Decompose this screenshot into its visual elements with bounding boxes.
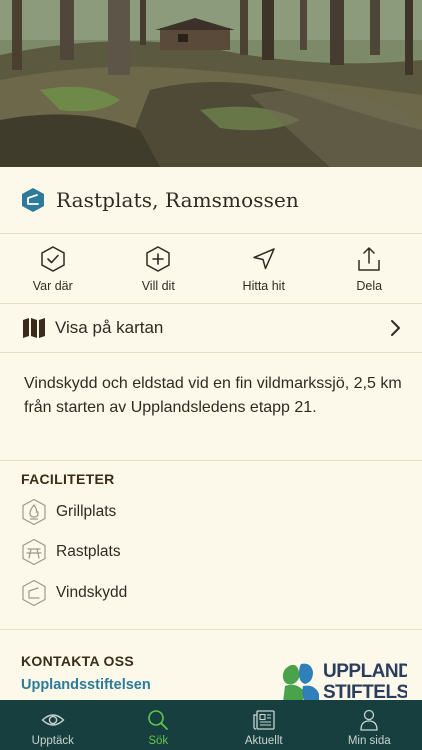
show-on-map-row[interactable]: Visa på kartan [0, 304, 422, 353]
news-icon [253, 710, 275, 730]
tab-discover[interactable]: Upptäck [0, 700, 106, 750]
facilities-heading: FACILITETER [21, 471, 115, 487]
directions-label: Hitta hit [242, 279, 285, 293]
place-description: Vindskydd och eldstad vid en fin vildmar… [24, 375, 402, 416]
upplandsstiftelsen-logo: UPPLANDS STIFTELSEN [279, 660, 407, 702]
facility-label: Grillplats [56, 503, 117, 520]
want-to-go-button[interactable]: Vill dit [106, 234, 212, 303]
navigate-arrow-icon [253, 248, 275, 270]
tab-discover-label: Upptäck [31, 735, 74, 747]
forest-shelter-photo [0, 0, 422, 167]
facility-item: Rastplats [21, 538, 121, 566]
chevron-right-icon [391, 320, 400, 336]
hero-photo [0, 0, 422, 167]
fire-icon [22, 498, 46, 526]
shelter-category-icon [22, 188, 44, 212]
contact-link[interactable]: Upplandsstiftelsen [21, 677, 151, 693]
facility-label: Rastplats [56, 543, 121, 560]
share-icon [358, 247, 380, 271]
bottom-tab-bar: Upptäck Sök Aktuellt Min sida [0, 700, 422, 750]
shelter-icon [22, 579, 46, 607]
tab-profile[interactable]: Min sida [317, 700, 422, 750]
search-icon [148, 710, 169, 730]
been-there-label: Var där [32, 279, 73, 293]
show-on-map-label: Visa på kartan [55, 318, 164, 337]
tab-profile-label: Min sida [347, 735, 391, 747]
tab-news-label: Aktuellt [244, 735, 283, 747]
logo-mark-icon [282, 663, 319, 702]
tab-search[interactable]: Sök [106, 700, 212, 750]
facility-label: Vindskydd [56, 584, 128, 601]
tab-search-label: Sök [148, 735, 169, 747]
logo-text-line2: STIFTELSEN [323, 682, 407, 702]
want-to-go-label: Vill dit [141, 279, 175, 293]
place-header: Rastplats, Ramsmossen [0, 167, 422, 234]
directions-button[interactable]: Hitta hit [211, 234, 317, 303]
facility-item: Grillplats [21, 498, 116, 526]
been-there-button[interactable]: Var där [0, 234, 106, 303]
share-button[interactable]: Dela [317, 234, 422, 303]
page-title: Rastplats, Ramsmossen [56, 188, 299, 212]
user-icon [360, 709, 378, 731]
plus-hexagon-icon [146, 246, 170, 272]
picnic-table-icon [22, 538, 46, 566]
eye-icon [41, 714, 65, 726]
share-label: Dela [356, 279, 383, 293]
tab-news[interactable]: Aktuellt [211, 700, 317, 750]
contact-heading: KONTAKTA OSS [21, 653, 135, 669]
logo-text-line1: UPPLANDS [323, 661, 407, 682]
map-icon [23, 318, 45, 338]
facility-item: Vindskydd [21, 579, 127, 607]
divider [0, 629, 422, 630]
check-hexagon-icon [41, 246, 65, 272]
divider [0, 460, 422, 461]
action-bar: Var där Vill dit Hitta hit Dela [0, 234, 422, 304]
